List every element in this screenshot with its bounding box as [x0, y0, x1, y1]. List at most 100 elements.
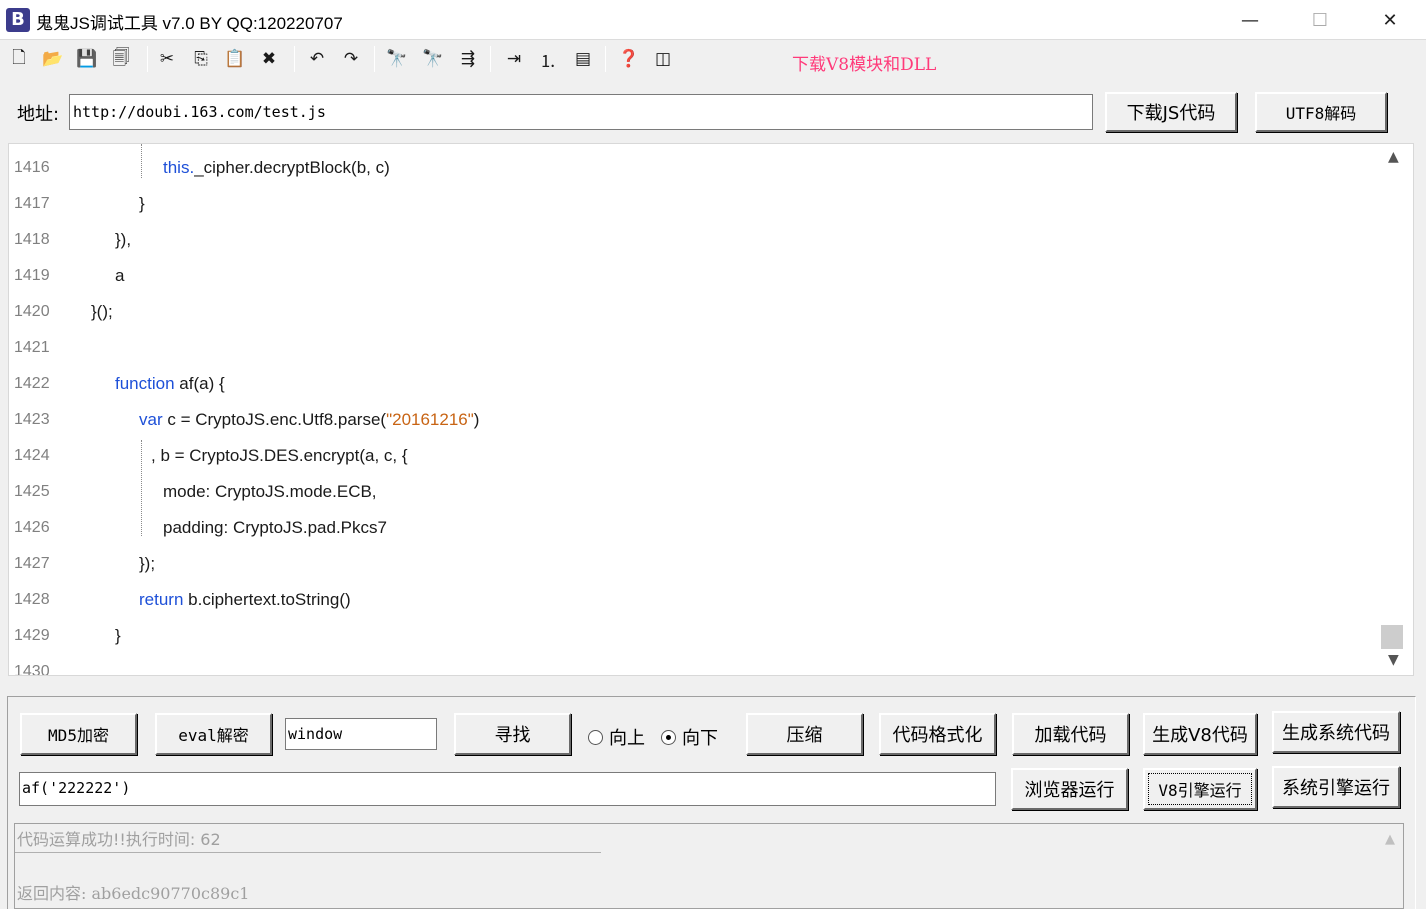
address-input[interactable]: http://doubi.163.com/test.js	[69, 94, 1093, 130]
search-input[interactable]: window	[285, 718, 437, 750]
code-text: this._cipher.decryptBlock(b, c)	[163, 150, 390, 186]
delete-icon[interactable]: ✖	[256, 47, 282, 71]
find-next-icon[interactable]: 🔭	[420, 47, 446, 71]
output-result: 返回内容: ab6edc90770c89c1	[17, 884, 250, 903]
copy-icon[interactable]: ⎘	[188, 47, 214, 71]
column-icon[interactable]: ◫	[650, 47, 676, 71]
undo-icon[interactable]: ↶	[304, 47, 330, 71]
output-scroll-up-icon[interactable]: ▲	[1385, 832, 1395, 847]
help-icon[interactable]: ❓	[616, 47, 642, 71]
code-line: 1419 a	[9, 258, 1379, 294]
close-button[interactable]: ✕	[1355, 0, 1425, 40]
radio-up-circle[interactable]	[588, 729, 603, 745]
code-text: });	[139, 546, 155, 582]
v8-engine-run-button[interactable]: V8引擎运行	[1143, 768, 1257, 810]
save-icon[interactable]: 💾	[74, 47, 100, 71]
code-line: 1422 function af(a) {	[9, 366, 1379, 402]
system-engine-run-button[interactable]: 系统引擎运行	[1272, 766, 1400, 808]
output-area[interactable]: 代码运算成功!!执行时间: 62 返回内容: ab6edc90770c89c1 …	[14, 823, 1404, 909]
goto-line-icon[interactable]: ⇶	[455, 47, 481, 71]
download-js-button[interactable]: 下载JS代码	[1105, 92, 1237, 132]
indent-guide	[141, 440, 142, 536]
output-divider	[15, 852, 601, 853]
code-string: "20161216"	[386, 410, 474, 429]
code-token: });	[139, 554, 156, 573]
toolbar-separator	[294, 46, 295, 72]
code-text: , b = CryptoJS.DES.encrypt(a, c, {	[151, 438, 408, 474]
find-icon[interactable]: 🔭	[384, 47, 410, 71]
window-icon[interactable]: ▤	[570, 47, 596, 71]
load-code-button[interactable]: 加载代码	[1012, 713, 1129, 755]
new-file-icon[interactable]: 🗋	[6, 47, 32, 71]
line-number: 1421	[14, 339, 50, 356]
code-text: }	[115, 618, 121, 654]
generate-v8-code-button[interactable]: 生成V8代码	[1143, 713, 1257, 755]
code-text: }),	[115, 222, 131, 258]
code-line: 1416 this._cipher.decryptBlock(b, c)	[9, 150, 1379, 186]
code-token: mode: CryptoJS.mode.ECB,	[163, 482, 377, 501]
radio-down[interactable]: 向下	[661, 724, 718, 750]
format-code-button[interactable]: 代码格式化	[879, 713, 996, 755]
find-button[interactable]: 寻找	[454, 713, 571, 755]
code-editor[interactable]: 1416 this._cipher.decryptBlock(b, c) 1417}…	[8, 143, 1414, 676]
code-token: padding: CryptoJS.pad.Pkcs7	[163, 518, 387, 537]
radio-down-label: 向下	[682, 728, 718, 749]
app-icon: B	[6, 8, 30, 32]
toolbar-separator	[490, 46, 491, 72]
radio-down-circle[interactable]	[661, 729, 676, 745]
code-line: 1423 var c = CryptoJS.enc.Utf8.parse("201…	[9, 402, 1379, 438]
line-number: 1427	[14, 555, 50, 572]
browser-run-button[interactable]: 浏览器运行	[1011, 768, 1128, 810]
title-bar: B 鬼鬼JS调试工具 v7.0 BY QQ:120220707 — ☐ ✕	[0, 0, 1426, 40]
code-token: }	[139, 194, 145, 213]
md5-encrypt-button[interactable]: MD5加密	[20, 713, 137, 755]
line-number: 1426	[14, 519, 50, 536]
code-line: 1417}	[9, 186, 1379, 222]
download-v8-link[interactable]: 下载V8模块和DLL	[792, 50, 936, 75]
radio-up[interactable]: 向上	[588, 724, 645, 750]
minimize-button[interactable]: —	[1215, 0, 1285, 40]
scroll-down-icon[interactable]: ▼	[1388, 652, 1399, 668]
line-number: 1430	[14, 663, 50, 676]
maximize-button[interactable]: ☐	[1285, 0, 1355, 40]
address-label: 地址:	[17, 104, 60, 125]
scroll-up-icon[interactable]: ▲	[1388, 149, 1399, 165]
redo-icon[interactable]: ↷	[338, 47, 364, 71]
eval-decrypt-button[interactable]: eval解密	[155, 713, 272, 755]
eval-input[interactable]: af('222222')	[19, 772, 996, 806]
paste-icon[interactable]: 📋	[222, 47, 248, 71]
code-token: }();	[91, 302, 113, 321]
generate-system-code-button[interactable]: 生成系统代码	[1272, 711, 1400, 753]
compress-button[interactable]: 压缩	[746, 713, 863, 755]
indent-icon[interactable]: ⇥	[501, 47, 527, 71]
utf8-decode-button[interactable]: UTF8解码	[1255, 92, 1387, 132]
scroll-thumb[interactable]	[1381, 625, 1403, 649]
toolbar: 🗋 📂 💾 🗐 ✂ ⎘ 📋 ✖ ↶ ↷ 🔭 🔭 ⇶ ⇥ ⒈ ▤ ❓ ◫ 下载V8模块和DLL	[0, 40, 1426, 78]
code-line: 1427});	[9, 546, 1379, 582]
code-line: 1420 }();	[9, 294, 1379, 330]
code-line: 1428 return b.ciphertext.toString()	[9, 582, 1379, 618]
code-token: af(a) {	[174, 374, 225, 393]
line-number: 1420	[14, 303, 50, 320]
open-folder-icon[interactable]: 📂	[40, 47, 66, 71]
code-line: 1418}),	[9, 222, 1379, 258]
code-keyword: function	[115, 374, 175, 393]
code-line: 1430	[9, 654, 1379, 676]
save-all-icon[interactable]: 🗐	[108, 47, 134, 71]
editor-scrollbar[interactable]: ▲ ▼	[1379, 144, 1413, 675]
line-number: 1416	[14, 159, 50, 176]
window-title: 鬼鬼JS调试工具 v7.0 BY QQ:120220707	[36, 14, 343, 33]
cut-icon[interactable]: ✂	[154, 47, 180, 71]
code-keyword: return	[139, 590, 184, 609]
code-line: 1429}	[9, 618, 1379, 654]
line-number: 1429	[14, 627, 50, 644]
code-token: b.ciphertext.toString()	[183, 590, 351, 609]
code-line: 1426 padding: CryptoJS.pad.Pkcs7	[9, 510, 1379, 546]
code-token: _cipher.decryptBlock(b, c)	[194, 158, 390, 177]
line-number: 1419	[14, 267, 50, 284]
code-token: c = CryptoJS.enc.Utf8.parse(	[162, 410, 387, 429]
numbered-list-icon[interactable]: ⒈	[535, 47, 561, 72]
line-number: 1425	[14, 483, 50, 500]
code-keyword: this.	[163, 158, 195, 177]
code-token: )	[473, 410, 480, 429]
